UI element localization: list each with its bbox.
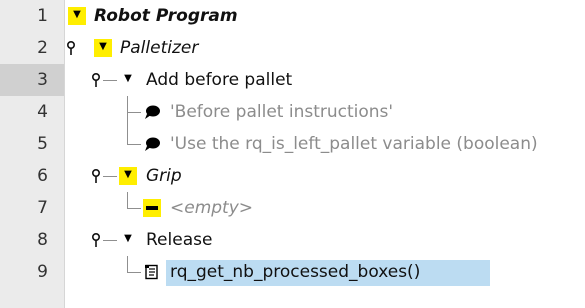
tree-row-partial [0, 288, 585, 308]
line-gutter: 9 [0, 256, 65, 288]
tree-connector [127, 272, 141, 273]
tree-connector [103, 80, 117, 81]
line-gutter: 2 [0, 32, 65, 64]
line-number: 3 [37, 70, 48, 90]
expand-triangle-icon[interactable]: ▼ [119, 71, 137, 89]
tree-row[interactable]: 2 ▼ Palletizer [0, 32, 585, 64]
tree-row[interactable]: 5 'Use the rq_is_left_pallet variable (b… [0, 128, 585, 160]
node-label-empty[interactable]: <empty> [170, 197, 253, 219]
node-label-grip[interactable]: Grip [146, 165, 182, 187]
speech-bubble-icon [143, 136, 161, 152]
tree-connector [103, 240, 117, 241]
line-number: 1 [37, 6, 48, 26]
line-number: 4 [37, 102, 48, 122]
tree-row[interactable]: 1 ▼ Robot Program [0, 0, 585, 32]
line-gutter: 1 [0, 0, 65, 32]
line-gutter: 4 [0, 96, 65, 128]
pin-icon[interactable] [64, 40, 78, 56]
pin-icon[interactable] [89, 72, 103, 88]
line-number: 7 [37, 198, 48, 218]
tree-connector [103, 176, 117, 177]
node-label-comment[interactable]: 'Before pallet instructions' [170, 101, 393, 123]
node-label-comment[interactable]: 'Use the rq_is_left_pallet variable (boo… [170, 133, 538, 155]
tree-connector [127, 256, 128, 273]
expand-triangle-icon[interactable]: ▼ [119, 167, 137, 185]
tree-row[interactable]: 3 ▼ Add before pallet [0, 64, 585, 96]
speech-bubble-icon [143, 104, 161, 120]
line-gutter-selected: 3 [0, 64, 65, 96]
tree-row[interactable]: 6 ▼ Grip [0, 160, 585, 192]
tree-connector [127, 128, 128, 145]
node-label-release[interactable]: Release [146, 229, 212, 251]
expand-triangle-icon[interactable]: ▼ [119, 231, 137, 249]
line-gutter: 8 [0, 224, 65, 256]
line-gutter [0, 288, 65, 308]
tree-connector [127, 144, 141, 145]
expand-triangle-icon[interactable]: ▼ [68, 7, 86, 25]
pin-icon[interactable] [89, 232, 103, 248]
line-number: 8 [37, 230, 48, 250]
line-number: 5 [37, 134, 48, 154]
line-gutter: 5 [0, 128, 65, 160]
node-label-script[interactable]: rq_get_nb_processed_boxes() [170, 261, 420, 283]
tree-row[interactable]: 9 rq_get_nb_processed_boxes() [0, 256, 585, 288]
line-gutter: 6 [0, 160, 65, 192]
script-icon [145, 264, 158, 280]
line-number: 6 [37, 166, 48, 186]
tree-row[interactable]: 4 'Before pallet instructions' [0, 96, 585, 128]
node-label-palletizer[interactable]: Palletizer [120, 37, 198, 59]
program-tree: 1 ▼ Robot Program 2 ▼ Palletizer 3 ▼ Add… [0, 0, 585, 308]
expand-triangle-icon[interactable]: ▼ [94, 39, 112, 57]
empty-placeholder-icon [143, 199, 161, 217]
line-gutter: 7 [0, 192, 65, 224]
pin-icon[interactable] [89, 168, 103, 184]
node-label-add-before-pallet[interactable]: Add before pallet [146, 69, 292, 91]
tree-row[interactable]: 8 ▼ Release [0, 224, 585, 256]
tree-connector [127, 208, 141, 209]
line-number: 9 [37, 262, 48, 282]
node-label-robot-program[interactable]: Robot Program [94, 5, 238, 27]
line-number: 2 [37, 38, 48, 58]
tree-connector [127, 192, 128, 209]
tree-connector [127, 112, 141, 113]
tree-row[interactable]: 7 <empty> [0, 192, 585, 224]
